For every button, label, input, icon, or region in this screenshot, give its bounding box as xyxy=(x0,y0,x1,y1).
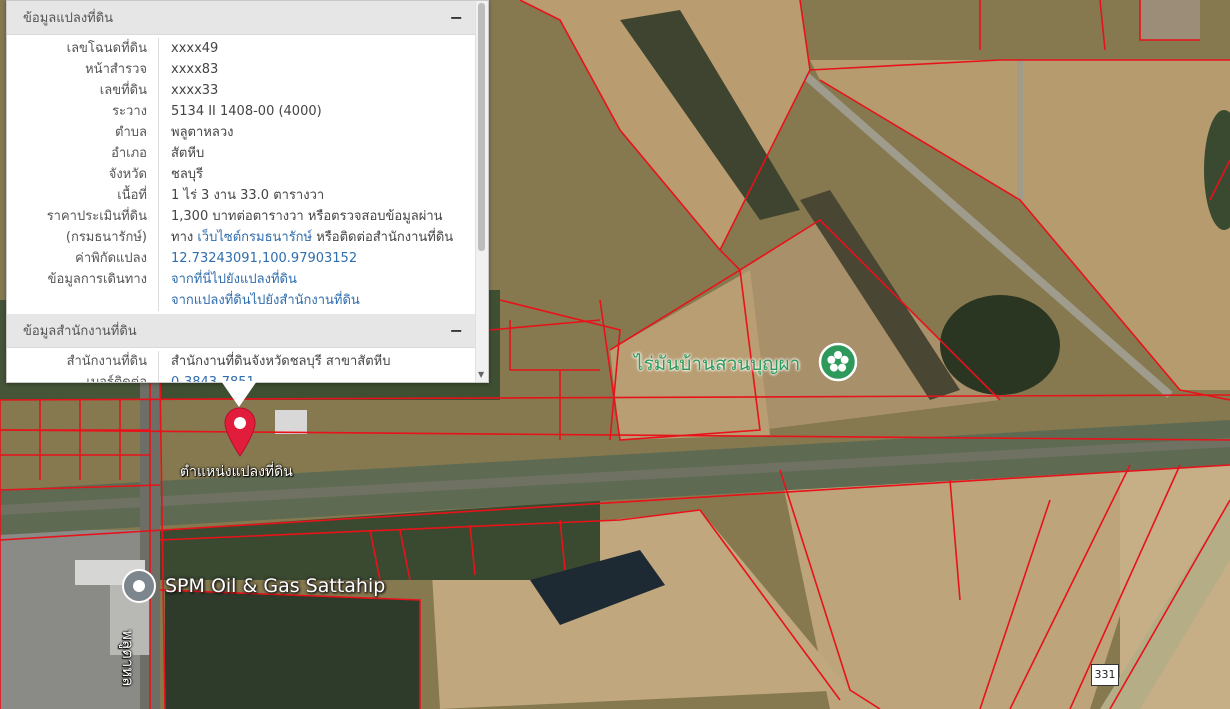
parcel-section-title: ข้อมูลแปลงที่ดิน xyxy=(23,11,114,26)
parcel-row: ระวาง 5134 II 1408-00 (4000) xyxy=(7,101,475,122)
row-label: ตำบล xyxy=(7,122,159,143)
appraisal-note: ทาง เว็บไซต์กรมธนารักษ์ หรือติดต่อสำนักง… xyxy=(171,227,453,248)
collapse-office-button[interactable]: − xyxy=(450,321,463,340)
office-details: สำนักงานที่ดิน สำนักงานที่ดินจังหวัดชลบุ… xyxy=(7,348,475,382)
flower-poi-icon[interactable] xyxy=(818,342,858,382)
appraisal-label: ราคาประเมินที่ดิน xyxy=(46,209,147,224)
row-label: เลขโฉนดที่ดิน xyxy=(7,38,159,59)
appraisal-prefix: ทาง xyxy=(171,230,198,245)
directions-to-parcel-link[interactable]: จากที่นี่ไปยังแปลงที่ดิน xyxy=(171,269,360,290)
parcel-marker-label: ตำแหน่งแปลงที่ดิน xyxy=(180,464,293,480)
parcel-marker-icon[interactable] xyxy=(223,406,257,460)
appraisal-label-sub: (กรมธนารักษ์) xyxy=(65,230,147,245)
appraisal-row: ราคาประเมินที่ดิน (กรมธนารักษ์) 1,300 บา… xyxy=(7,206,475,248)
row-value: สัตหีบ xyxy=(171,146,205,161)
coords-link[interactable]: 12.73243091,100.97903152 xyxy=(171,251,357,266)
road-label: พลูตาหล xyxy=(119,630,137,687)
office-section-header[interactable]: ข้อมูลสำนักงานที่ดิน − xyxy=(7,314,475,348)
location-pin-icon[interactable] xyxy=(121,568,157,604)
row-label: จังหวัด xyxy=(7,164,159,185)
treasury-website-link[interactable]: เว็บไซต์กรมธนารักษ์ xyxy=(197,230,312,245)
popup-scrollbar[interactable]: ▼ xyxy=(475,1,488,382)
scroll-down-icon[interactable]: ▼ xyxy=(478,370,484,379)
collapse-parcel-button[interactable]: − xyxy=(450,8,463,27)
row-label: ราคาประเมินที่ดิน (กรมธนารักษ์) xyxy=(7,206,159,248)
row-label: เบอร์ติดต่อ xyxy=(7,372,159,382)
row-label: เนื้อที่ xyxy=(7,185,159,206)
row-label: หน้าสำรวจ xyxy=(7,59,159,80)
row-label: ข้อมูลการเดินทาง xyxy=(7,269,159,311)
row-label: อำเภอ xyxy=(7,143,159,164)
row-value: 5134 II 1408-00 (4000) xyxy=(171,104,322,119)
row-label: ระวาง xyxy=(7,101,159,122)
parcel-row: อำเภอ สัตหีบ xyxy=(7,143,475,164)
parcel-info-popup: ข้อมูลแปลงที่ดิน − เลขโฉนดที่ดิน xxxx49 ห… xyxy=(6,0,489,383)
parcel-row: เลขที่ดิน xxxx33 xyxy=(7,80,475,101)
office-row: สำนักงานที่ดิน สำนักงานที่ดินจังหวัดชลบุ… xyxy=(7,351,475,372)
row-value: 1 ไร่ 3 งาน 33.0 ตารางวา xyxy=(171,188,325,203)
parcel-row: เนื้อที่ 1 ไร่ 3 งาน 33.0 ตารางวา xyxy=(7,185,475,206)
parcel-row: จังหวัด ชลบุรี xyxy=(7,164,475,185)
appraisal-price: 1,300 บาทต่อตารางวา หรือตรวจสอบข้อมูลผ่า… xyxy=(171,209,443,224)
parcel-row: เลขโฉนดที่ดิน xxxx49 xyxy=(7,38,475,59)
row-label: สำนักงานที่ดิน xyxy=(7,351,159,372)
coords-row: ค่าพิกัดแปลง 12.73243091,100.97903152 xyxy=(7,248,475,269)
row-value: สำนักงานที่ดินจังหวัดชลบุรี สาขาสัตหีบ xyxy=(171,354,391,369)
scrollbar-thumb[interactable] xyxy=(478,3,485,251)
route-shield-331: 331 xyxy=(1091,664,1119,686)
row-value: xxxx83 xyxy=(171,62,219,77)
row-value: ชลบุรี xyxy=(171,167,204,182)
row-value: 1,300 บาทต่อตารางวา หรือตรวจสอบข้อมูลผ่า… xyxy=(159,206,453,248)
parcel-row: หน้าสำรวจ xxxx83 xyxy=(7,59,475,80)
parcel-details: เลขโฉนดที่ดิน xxxx49 หน้าสำรวจ xxxx83 เลขท… xyxy=(7,35,475,314)
poi-label-spm[interactable]: SPM Oil & Gas Sattahip xyxy=(165,575,385,597)
popup-scroll-content[interactable]: ข้อมูลแปลงที่ดิน − เลขโฉนดที่ดิน xxxx49 ห… xyxy=(7,1,475,382)
popup-pointer xyxy=(221,381,257,407)
directions-row: ข้อมูลการเดินทาง จากที่นี่ไปยังแปลงที่ดิ… xyxy=(7,269,475,311)
row-value: xxxx49 xyxy=(171,41,219,56)
row-value: พลูตาหลวง xyxy=(171,125,234,140)
row-value: xxxx33 xyxy=(171,83,219,98)
poi-label-farm[interactable]: ไร่มันบ้านสวนบุญผา xyxy=(634,349,800,379)
parcel-section-header[interactable]: ข้อมูลแปลงที่ดิน − xyxy=(7,1,475,35)
office-section-title: ข้อมูลสำนักงานที่ดิน xyxy=(23,324,137,339)
row-label: เลขที่ดิน xyxy=(7,80,159,101)
directions-to-office-link[interactable]: จากแปลงที่ดินไปยังสำนักงานที่ดิน xyxy=(171,290,360,311)
row-label: ค่าพิกัดแปลง xyxy=(7,248,159,269)
parcel-row: ตำบล พลูตาหลวง xyxy=(7,122,475,143)
appraisal-suffix: หรือติดต่อสำนักงานที่ดิน xyxy=(312,230,454,245)
